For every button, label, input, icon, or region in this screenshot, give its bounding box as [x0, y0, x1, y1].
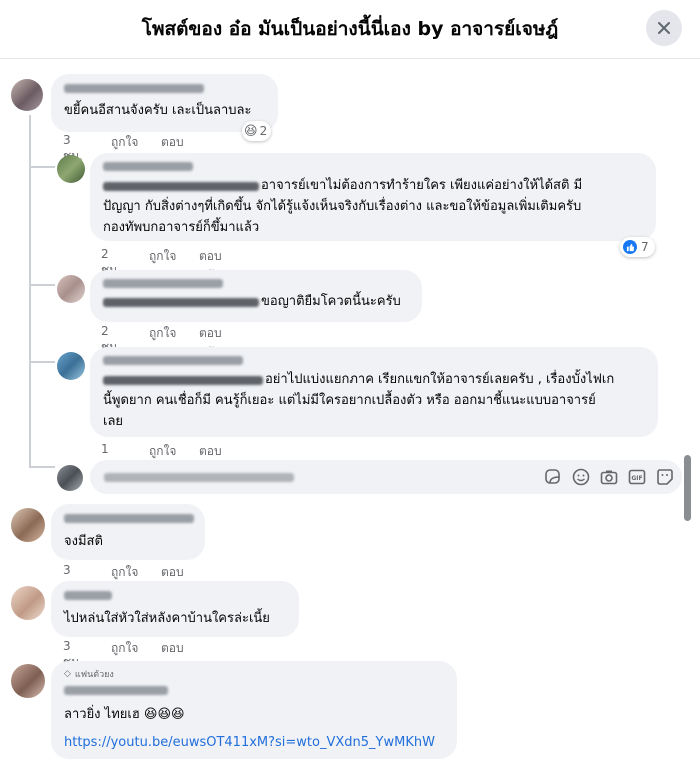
comment-text: ลาวยิ่ง ไทยเฮ 😆😆😆: [64, 707, 185, 722]
comment-text: ขอญาติยืมโควตนี้นะครับ: [261, 294, 401, 309]
comment-bubble: ขอญาติยืมโควตนี้นะครับ: [90, 270, 422, 322]
close-button[interactable]: [646, 10, 682, 46]
emoji-icon[interactable]: [572, 468, 590, 486]
comment-text: ขยี้คนอีสานจังครับ เละเป็นลาบละ: [64, 103, 252, 118]
comment-text-line: กองทัพบกอาจารย์ก็ขึ้มาแล้ว: [103, 220, 260, 235]
author-name-redacted: [64, 686, 168, 695]
tagged-name-redacted: [103, 182, 259, 191]
like-reaction-icon: [623, 240, 637, 254]
author-name-redacted: [64, 591, 112, 600]
author-name-redacted: [64, 514, 194, 523]
avatar[interactable]: [57, 352, 85, 380]
like-button[interactable]: ถูกใจ: [111, 639, 138, 658]
reaction-count[interactable]: 7: [620, 237, 655, 257]
top-fan-badge: ◇ แฟนตัวยง: [64, 669, 114, 680]
laugh-emoji-icon: 😆😆😆: [143, 707, 185, 722]
author-name-redacted: [103, 356, 243, 365]
thread-branch: [29, 284, 55, 286]
thread-branch: [29, 361, 55, 363]
comment-text: ไปหล่นใส่หัวใส่หลังคาบ้านใครล่ะเนี้ย: [64, 611, 270, 626]
author-name-redacted: [103, 162, 193, 171]
close-icon: [658, 22, 670, 34]
comment-text-line: อาจารย์เขาไม่ต้องการทำร้ายใคร เพียงแค่อย…: [261, 178, 583, 193]
like-button[interactable]: ถูกใจ: [111, 133, 138, 152]
placeholder-redacted: [104, 473, 294, 482]
scrollbar-thumb[interactable]: [684, 455, 691, 521]
avatar[interactable]: [57, 275, 85, 303]
like-button[interactable]: ถูกใจ: [149, 247, 176, 266]
comment-bubble: อาจารย์เขาไม่ต้องการทำร้ายใคร เพียงแค่อย…: [90, 153, 656, 241]
avatar[interactable]: [11, 79, 43, 111]
avatar[interactable]: [57, 155, 85, 183]
like-button[interactable]: ถูกใจ: [111, 563, 138, 582]
camera-icon[interactable]: [600, 468, 618, 486]
thread-branch: [29, 466, 55, 468]
thread-branch: [29, 166, 55, 168]
reaction-count[interactable]: 😆 2: [242, 121, 272, 141]
gif-icon[interactable]: GIF: [628, 468, 646, 486]
dialog-header: โพสต์ของ อ๋อ มันเป็นอย่างนี้นี่เอง by อา…: [0, 0, 700, 59]
like-button[interactable]: ถูกใจ: [149, 442, 176, 461]
comment-bubble: จงมีสติ: [51, 504, 205, 560]
tagged-name-redacted: [103, 298, 259, 307]
author-name-redacted: [103, 279, 223, 288]
like-button[interactable]: ถูกใจ: [149, 324, 176, 343]
laugh-reaction-icon: 😆: [244, 123, 258, 139]
comment-bubble: ◇ แฟนตัวยง ลาวยิ่ง ไทยเฮ 😆😆😆 https://you…: [51, 661, 457, 759]
comment-text: จงมีสติ: [64, 534, 103, 549]
tagged-name-redacted: [103, 376, 263, 385]
comment-bubble: อย่าไปแบ่งแยกภาค เรียกแขกให้อาจารย์เลยคร…: [90, 347, 658, 437]
youtube-link[interactable]: https://youtu.be/euwsOT411xM?si=wto_VXdn…: [64, 735, 435, 750]
avatar[interactable]: [11, 586, 45, 620]
sticker-smile-icon[interactable]: [656, 468, 674, 486]
diamond-icon: ◇: [64, 669, 71, 679]
sticker-icon[interactable]: [544, 468, 562, 486]
comment-text-line: อย่าไปแบ่งแยกภาค เรียกแขกให้อาจารย์เลยคร…: [265, 372, 615, 387]
avatar: [57, 465, 83, 491]
comment-text-line: นี้พูดยาก คนเชื่อก็มี คนรู้ก็เยอะ แต่ไม่…: [103, 393, 596, 408]
svg-text:GIF: GIF: [631, 475, 642, 482]
dialog-title: โพสต์ของ อ๋อ มันเป็นอย่างนี้นี่เอง by อา…: [141, 18, 559, 40]
comment-link[interactable]: https://youtu.be/euwsOT411xM?si=wto_VXdn…: [64, 732, 435, 753]
comments-list[interactable]: ขยี้คนอีสานจังครับ เละเป็นลาบละ 😆 2 3 ชม…: [0, 59, 700, 764]
reply-input[interactable]: GIF: [90, 460, 682, 494]
comment-text-line: ปัญญา กับสิ่งต่างๆที่เกิดขึ้น จักได้รู้แ…: [103, 199, 582, 214]
avatar[interactable]: [11, 664, 45, 698]
avatar[interactable]: [11, 508, 45, 542]
comment-bubble: ไปหล่นใส่หัวใส่หลังคาบ้านใครล่ะเนี้ย: [51, 581, 299, 637]
author-name-redacted: [64, 84, 204, 93]
comment-text-line: เลย: [103, 414, 124, 429]
